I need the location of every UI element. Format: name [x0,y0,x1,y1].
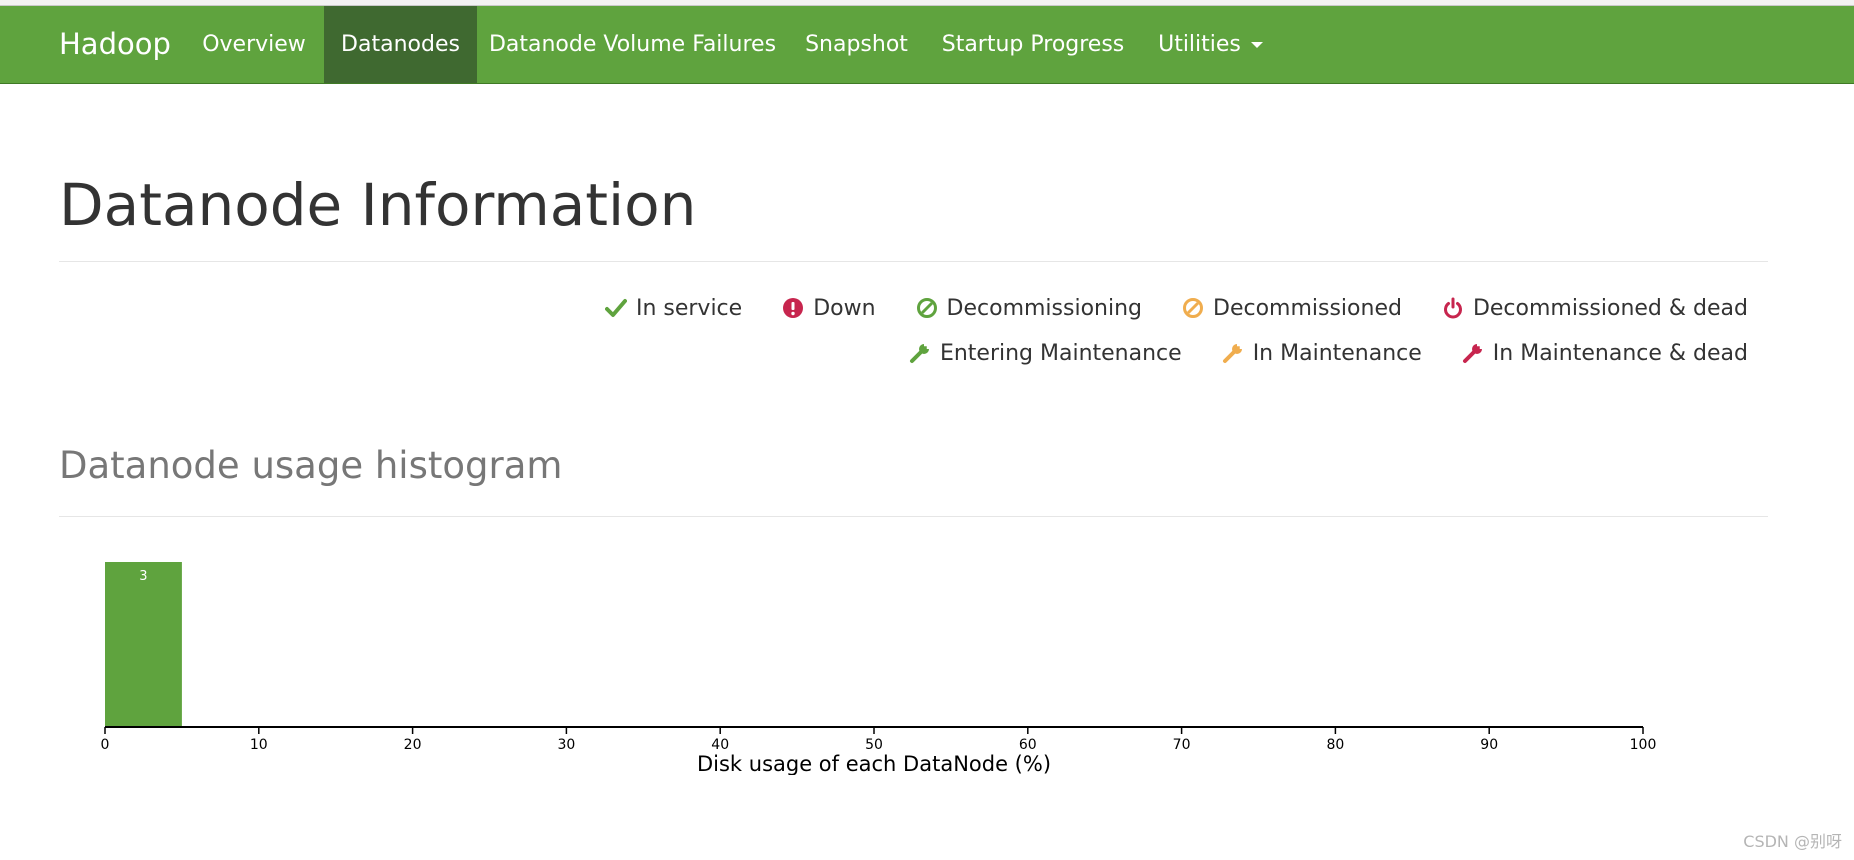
nav-overview[interactable]: Overview [186,6,322,83]
histogram-section-title: Datanode usage histogram [59,444,563,487]
x-tick-label: 60 [1019,737,1037,753]
legend-down: Down [782,296,876,321]
wrench-icon [1462,343,1483,363]
legend-decommissioned-dead: Decommissioned & dead [1442,296,1748,321]
watermark: CSDN @别呀 [1743,832,1842,851]
wrench-icon [909,343,930,363]
legend-in-maintenance: In Maintenance [1222,341,1422,366]
x-tick-label: 40 [711,737,729,753]
x-tick-label: 30 [557,737,575,753]
legend-row-2: Entering Maintenance In Maintenance In M… [909,336,1748,370]
page-title: Datanode Information [59,171,697,239]
legend-entering-maintenance: Entering Maintenance [909,341,1182,366]
x-axis-label: Disk usage of each DataNode (%) [697,752,1051,775]
legend-decommissioned: Decommissioned [1182,296,1402,321]
title-divider [59,261,1768,262]
x-tick-label: 90 [1480,737,1498,753]
legend-row-1: In service Down Decommissioning Decommis… [604,291,1748,325]
x-tick-label: 80 [1326,737,1344,753]
x-tick-label: 70 [1173,737,1191,753]
exclamation-circle-icon [783,298,804,318]
check-icon [604,299,627,317]
caret-down-icon [1250,42,1263,48]
x-tick-label: 100 [1630,737,1657,753]
nav-datanode-volume-failures[interactable]: Datanode Volume Failures [477,6,788,83]
histogram-bar [105,562,182,727]
x-tick-label: 10 [250,737,268,753]
ban-icon [1183,298,1203,318]
x-tick-label: 0 [101,737,110,753]
nav-startup-progress[interactable]: Startup Progress [925,6,1141,83]
nav-utilities-dropdown[interactable]: Utilities [1141,6,1280,83]
nav-datanodes[interactable]: Datanodes [324,6,477,83]
brand-link[interactable]: Hadoop [59,6,171,83]
legend-in-service: In service [604,296,742,321]
nav-snapshot[interactable]: Snapshot [788,6,925,83]
legend-in-maintenance-dead: In Maintenance & dead [1462,341,1748,366]
bar-count-label: 3 [139,569,147,584]
navbar: Hadoop Overview Datanodes Datanode Volum… [0,6,1854,84]
legend-decommissioning: Decommissioning [916,296,1142,321]
x-tick-label: 20 [404,737,422,753]
ban-icon [916,298,937,318]
usage-histogram: 30 10 20 30 40 50 60 70 80 90 100Disk usage of eac… [101,562,1657,775]
wrench-icon [1222,343,1242,363]
x-tick-label: 50 [865,737,883,753]
section-divider [59,516,1768,517]
power-off-icon [1443,297,1462,319]
nav-utilities-label: Utilities [1158,32,1241,57]
